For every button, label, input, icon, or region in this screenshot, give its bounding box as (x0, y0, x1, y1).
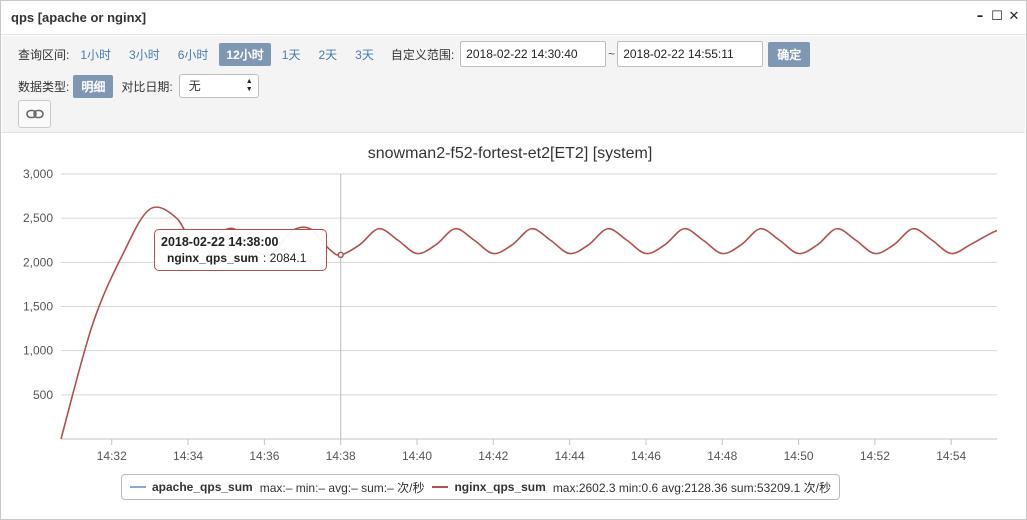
x-tick-label: 14:32 (97, 449, 127, 463)
detail-type-button[interactable]: 明细 (73, 74, 114, 98)
x-tick-label: 14:40 (402, 449, 432, 463)
custom-range-label: 自定义范围: (390, 47, 455, 62)
x-tick-label: 14:48 (707, 449, 737, 463)
x-tick-label: 14:34 (173, 449, 203, 463)
legend-stats-apache: max:– min:– avg:– sum:– 次/秒 (259, 480, 425, 495)
type-row: 数据类型: 明细 对比日期: 无 ▲ ▼ (18, 74, 259, 98)
compare-date-value: 无 (188, 79, 201, 93)
x-tick-label: 14:44 (555, 449, 585, 463)
range-2d-button[interactable]: 2天 (311, 43, 344, 66)
x-tick-label: 14:46 (631, 449, 661, 463)
x-axis-ticks: 14:32 14:34 14:36 14:38 14:40 14:42 14:44 14:46… (97, 439, 967, 463)
link-button[interactable] (18, 100, 51, 128)
legend-swatch-apache (130, 486, 146, 488)
grid-lines (61, 173, 997, 440)
chart-title: snowman2-f52-fortest-et2[ET2] [system] (368, 145, 653, 162)
compare-date-label: 对比日期: (121, 79, 173, 94)
y-tick-label: 3,000 (23, 167, 53, 181)
legend-item-apache[interactable]: apache_qps_sum max:– min:– avg:– sum:– 次… (130, 479, 424, 496)
x-tick-label: 14:42 (478, 449, 508, 463)
data-tooltip: 2018-02-22 14:38:00 nginx_qps_sum : 2084… (154, 229, 327, 271)
range-12h-button[interactable]: 12小时 (219, 42, 271, 66)
legend-name-apache: apache_qps_sum (152, 480, 253, 494)
chart-window: qps [apache or nginx] – ☐ ✕ 查询区间: 1小时 3小… (0, 0, 1027, 520)
range-3h-button[interactable]: 3小时 (122, 43, 167, 66)
range-6h-button[interactable]: 6小时 (171, 43, 216, 66)
chart-legend: apache_qps_sum max:– min:– avg:– sum:– 次… (121, 474, 840, 500)
start-time-input[interactable] (460, 41, 607, 67)
legend-swatch-nginx (432, 486, 449, 488)
range-row: 查询区间: 1小时 3小时 6小时 12小时 1天 2天 3天 自定义范围: ~… (18, 40, 811, 68)
range-label: 查询区间: (18, 47, 70, 62)
window-title: qps [apache or nginx] (11, 10, 147, 25)
window-controls: – ☐ ✕ (974, 10, 1020, 24)
qps-line-chart: snowman2-f52-fortest-et2[ET2] [system] 5… (23, 145, 998, 463)
legend-item-nginx[interactable]: nginx_qps_sum max:2602.3 min:0.6 avg:212… (432, 479, 831, 496)
select-arrows-icon: ▲ ▼ (245, 78, 253, 93)
hover-point-marker (337, 251, 344, 259)
y-axis-ticks: 500 1,000 1,500 2,000 2,500 3,000 (23, 167, 53, 402)
compare-date-select[interactable]: 无 ▲ ▼ (178, 74, 259, 98)
y-tick-label: 500 (33, 388, 53, 402)
range-3d-button[interactable]: 3天 (348, 43, 381, 66)
link-icon (25, 109, 44, 119)
title-bar: qps [apache or nginx] – ☐ ✕ (1, 1, 1026, 35)
range-1h-button[interactable]: 1小时 (73, 43, 118, 66)
query-toolbar: 查询区间: 1小时 3小时 6小时 12小时 1天 2天 3天 自定义范围: ~… (2, 36, 1025, 133)
tooltip-row: nginx_qps_sum : 2084.1 (161, 251, 320, 265)
close-icon[interactable]: ✕ (1008, 10, 1020, 24)
x-tick-label: 14:50 (784, 449, 814, 463)
x-tick-label: 14:52 (860, 449, 890, 463)
x-tick-label: 14:38 (326, 449, 356, 463)
y-tick-label: 2,000 (23, 255, 53, 269)
end-time-input[interactable] (617, 41, 764, 67)
x-tick-label: 14:54 (936, 449, 966, 463)
tooltip-series-name: nginx_qps_sum (167, 251, 259, 265)
tooltip-time: 2018-02-22 14:38:00 (161, 235, 279, 249)
chart-area: snowman2-f52-fortest-et2[ET2] [system] 5… (2, 134, 1025, 514)
x-tick-label: 14:36 (249, 449, 279, 463)
data-type-label: 数据类型: (18, 79, 70, 94)
y-tick-label: 1,000 (23, 344, 53, 358)
range-1d-button[interactable]: 1天 (275, 43, 308, 66)
legend-stats-nginx: max:2602.3 min:0.6 avg:2128.36 sum:53209… (552, 480, 831, 495)
y-tick-label: 2,500 (23, 211, 53, 225)
maximize-icon[interactable]: ☐ (991, 10, 1003, 24)
confirm-button[interactable]: 确定 (768, 41, 811, 67)
tooltip-value: : 2084.1 (263, 251, 307, 265)
range-separator: ~ (608, 47, 616, 61)
y-tick-label: 1,500 (23, 300, 53, 314)
legend-name-nginx: nginx_qps_sum (454, 480, 546, 494)
minimize-icon[interactable]: – (974, 10, 986, 24)
